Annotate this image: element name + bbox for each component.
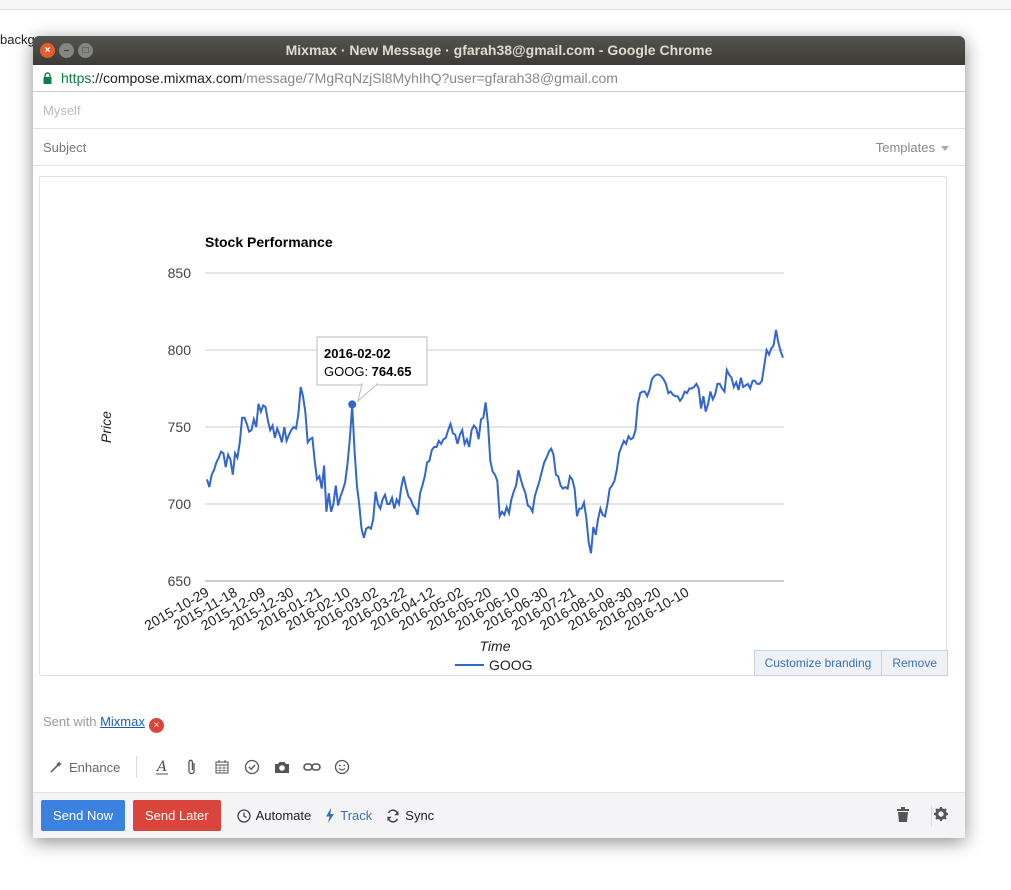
url-path: /message/7MgRqNzjSl8MyhIhQ?user=gfarah38… bbox=[242, 70, 618, 86]
y-tick-label: 750 bbox=[168, 419, 192, 435]
y-tick-label: 850 bbox=[168, 265, 192, 281]
format-toolbar: Enhance A bbox=[33, 752, 965, 782]
templates-label: Templates bbox=[875, 140, 935, 155]
customize-branding-button[interactable]: Customize branding bbox=[753, 650, 883, 676]
legend-label: GOOG bbox=[489, 657, 533, 673]
lock-icon bbox=[43, 72, 52, 84]
svg-text:A: A bbox=[155, 759, 167, 775]
trash-icon[interactable] bbox=[897, 807, 909, 822]
svg-text:GOOG: 764.65: GOOG: 764.65 bbox=[324, 364, 411, 379]
enhance-button[interactable]: Enhance bbox=[49, 756, 138, 778]
automate-button[interactable]: Automate bbox=[236, 808, 312, 823]
paperclip-icon[interactable] bbox=[177, 756, 207, 778]
camera-icon[interactable] bbox=[267, 756, 297, 778]
remove-signature-button[interactable]: × bbox=[148, 718, 164, 733]
background-browser-bar bbox=[0, 0, 1011, 10]
y-axis-label: Price bbox=[98, 411, 114, 443]
subject-label: Subject bbox=[43, 140, 87, 155]
send-now-button[interactable]: Send Now bbox=[41, 800, 125, 831]
url-host: ://compose.mixmax.com bbox=[91, 70, 243, 86]
y-tick-label: 650 bbox=[168, 573, 192, 589]
tooltip-point[interactable] bbox=[348, 400, 357, 409]
series-line-goog bbox=[206, 329, 784, 554]
y-tick-label: 800 bbox=[168, 342, 192, 358]
title-bar: × – □ Mixmax · New Message · gfarah38@gm… bbox=[33, 36, 965, 65]
url-scheme: https bbox=[61, 70, 92, 86]
track-label: Track bbox=[340, 808, 373, 823]
stock-chart: 850800750700650 2015-10-292015-11-182015… bbox=[98, 234, 784, 673]
to-field-placeholder: Myself bbox=[43, 103, 81, 118]
chart-legend: GOOG bbox=[455, 657, 533, 673]
x-axis-label: Time bbox=[480, 638, 511, 654]
chart-embed: 850 800 750 700 650 2015-10-29 2015-11-18 2015… bbox=[39, 176, 948, 676]
chart-tooltip: 2016-02-02 GOOG: 764.65 bbox=[316, 336, 428, 403]
clock-icon bbox=[236, 808, 251, 823]
magic-wand-icon bbox=[50, 761, 62, 773]
lightning-icon bbox=[326, 808, 335, 823]
chart-title: Stock Performance bbox=[205, 234, 333, 250]
footer-divider bbox=[931, 805, 932, 827]
subject-field[interactable]: Subject Templates bbox=[33, 129, 965, 166]
sync-icon bbox=[387, 808, 400, 823]
address-bar[interactable]: https://compose.mixmax.com/message/7MgRq… bbox=[33, 65, 965, 92]
automate-label: Automate bbox=[255, 808, 312, 823]
tooltip-label: GOOG: bbox=[324, 364, 372, 379]
track-button[interactable]: Track bbox=[325, 808, 372, 823]
gear-icon[interactable] bbox=[934, 807, 948, 821]
window-title: Mixmax · New Message · gfarah38@gmail.co… bbox=[285, 42, 713, 58]
emoji-icon[interactable] bbox=[327, 756, 357, 778]
mixmax-link[interactable]: Mixmax bbox=[100, 714, 145, 729]
enhance-label: Enhance bbox=[69, 759, 121, 775]
caret-down-icon bbox=[941, 146, 949, 152]
compose-footer: Send Now Send Later Automate Track Sync bbox=[33, 792, 965, 838]
send-later-button[interactable]: Send Later bbox=[132, 800, 221, 831]
tooltip-value: 764.65 bbox=[372, 364, 412, 379]
tooltip-date: 2016-02-02 bbox=[324, 346, 391, 361]
check-circle-icon[interactable] bbox=[237, 756, 267, 778]
signature: Sent with Mixmax × bbox=[43, 714, 164, 733]
signature-prefix: Sent with bbox=[43, 714, 101, 729]
background-text: backg bbox=[0, 32, 35, 47]
calendar-icon[interactable] bbox=[207, 756, 237, 778]
chrome-window: × – □ Mixmax · New Message · gfarah38@gm… bbox=[33, 36, 965, 838]
text-format-icon[interactable]: A bbox=[147, 756, 177, 778]
sync-button[interactable]: Sync bbox=[386, 808, 434, 823]
y-tick-label: 700 bbox=[168, 496, 192, 512]
templates-dropdown[interactable]: Templates bbox=[876, 129, 949, 166]
sync-label: Sync bbox=[405, 808, 435, 823]
link-icon[interactable] bbox=[297, 756, 327, 778]
to-field[interactable]: Myself bbox=[33, 92, 965, 129]
card-actions: Customize branding Remove bbox=[753, 650, 948, 676]
remove-button[interactable]: Remove bbox=[882, 650, 948, 676]
